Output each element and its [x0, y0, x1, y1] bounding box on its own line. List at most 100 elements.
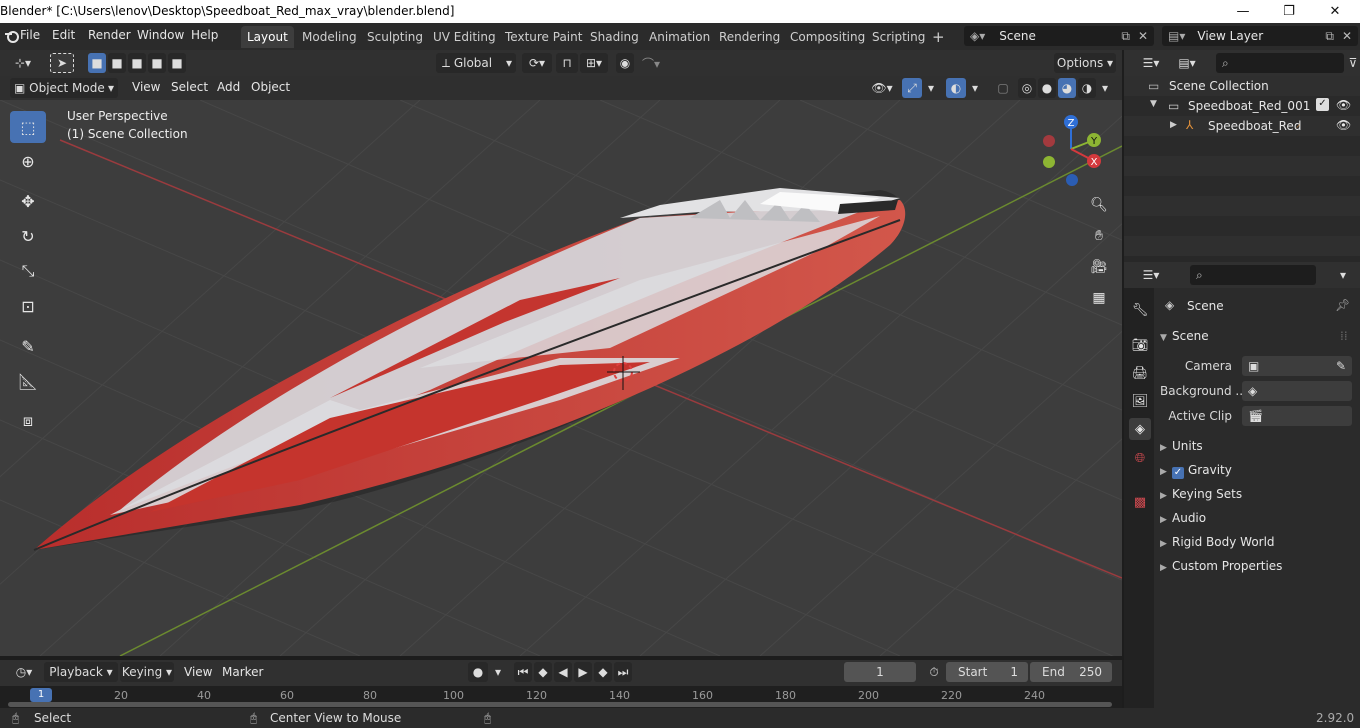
- menu-render[interactable]: Render: [88, 28, 131, 42]
- mode-dropdown[interactable]: ▣ Object Mode ▾: [10, 78, 118, 98]
- select-tool-icon[interactable]: ⬚: [10, 111, 46, 143]
- render-tab-icon[interactable]: 📷︎: [1129, 334, 1151, 356]
- texture-tab-icon[interactable]: ▩: [1129, 491, 1151, 513]
- tab-sculpting[interactable]: Sculpting: [361, 26, 429, 48]
- scene-panel-header[interactable]: ▼ Scene: [1160, 329, 1209, 343]
- snap-toggle-icon[interactable]: ⊓: [556, 53, 578, 73]
- keying-dropdown-icon[interactable]: ▾: [490, 662, 506, 682]
- timeline-menu-view[interactable]: View: [184, 665, 212, 679]
- select-mode-difference-icon[interactable]: ■: [148, 53, 166, 73]
- navigation-gizmo[interactable]: Z Y X: [1038, 112, 1110, 188]
- current-frame-field[interactable]: 1: [844, 662, 916, 682]
- view-layer-tab-icon[interactable]: 🖼︎: [1129, 390, 1151, 412]
- pivot-point-icon[interactable]: ⟳▾: [522, 53, 552, 73]
- xray-toggle-icon[interactable]: ▢: [994, 78, 1012, 98]
- overlay-dropdown-icon[interactable]: ▾: [968, 78, 982, 98]
- new-view-layer-icon[interactable]: ⧉: [1325, 29, 1334, 44]
- transform-tool-icon[interactable]: ⊡: [10, 290, 46, 322]
- visibility-eye-icon[interactable]: 👁︎: [1336, 98, 1351, 112]
- rotate-tool-icon[interactable]: ↻: [10, 220, 46, 252]
- next-keyframe-icon[interactable]: ◆: [594, 662, 612, 682]
- output-tab-icon[interactable]: 🖨︎: [1129, 362, 1151, 384]
- overlay-toggle-icon[interactable]: ◐: [946, 78, 966, 98]
- prev-keyframe-icon[interactable]: ◆: [534, 662, 552, 682]
- units-panel-header[interactable]: ▶ Units: [1160, 439, 1203, 453]
- timeline-editor-type-icon[interactable]: ◷▾: [8, 662, 40, 682]
- audio-panel-header[interactable]: ▶ Audio: [1160, 511, 1206, 525]
- cursor-tool-icon[interactable]: ⊕: [10, 145, 46, 177]
- maximize-button[interactable]: ❐: [1266, 0, 1312, 23]
- menu-file[interactable]: File: [20, 28, 40, 42]
- world-tab-icon[interactable]: 🌐︎: [1129, 447, 1151, 469]
- menu-edit[interactable]: Edit: [52, 28, 75, 42]
- visibility-eye-icon[interactable]: 👁︎: [1336, 118, 1351, 132]
- close-window-button[interactable]: ✕: [1312, 0, 1358, 23]
- annotate-tool-icon[interactable]: ✎: [10, 330, 46, 362]
- expand-icon[interactable]: ▶: [1170, 120, 1177, 130]
- select-box-tool-icon[interactable]: ➤: [50, 53, 74, 73]
- tab-texture-paint[interactable]: Texture Paint: [499, 26, 588, 48]
- exclude-checkbox[interactable]: ✓: [1316, 98, 1329, 111]
- tab-uv-editing[interactable]: UV Editing: [427, 26, 502, 48]
- delete-view-layer-icon[interactable]: ✕: [1342, 29, 1352, 43]
- camera-view-icon[interactable]: 🎥︎: [1087, 255, 1111, 279]
- playhead[interactable]: 1: [30, 688, 52, 702]
- menu-window[interactable]: Window: [137, 28, 184, 42]
- start-frame-field[interactable]: Start 1: [946, 662, 1028, 682]
- 3d-viewport[interactable]: User Perspective (1) Scene Collection Z …: [0, 100, 1122, 656]
- select-mode-extend-icon[interactable]: ■: [108, 53, 126, 73]
- viewport-menu-view[interactable]: View: [132, 80, 160, 94]
- new-scene-icon[interactable]: ⧉: [1121, 29, 1130, 44]
- viewport-menu-select[interactable]: Select: [171, 80, 208, 94]
- drag-handle-icon[interactable]: ⁞⁞: [1340, 329, 1348, 343]
- stopwatch-icon[interactable]: ⏱: [924, 662, 944, 682]
- playback-menu[interactable]: Playback ▾: [44, 662, 118, 682]
- select-mode-new-icon[interactable]: ■: [88, 53, 106, 73]
- keying-menu[interactable]: Keying ▾: [120, 662, 174, 682]
- custom-properties-panel-header[interactable]: ▶ Custom Properties: [1160, 559, 1282, 573]
- solid-shading-icon[interactable]: ●: [1038, 78, 1056, 98]
- tab-modeling[interactable]: Modeling: [296, 26, 363, 48]
- properties-editor-type-icon[interactable]: ☰▾: [1136, 265, 1166, 285]
- scene-selector[interactable]: ◈▾ Scene ⧉ ✕: [964, 26, 1154, 46]
- measure-tool-icon[interactable]: 📐︎: [10, 365, 46, 397]
- jump-start-icon[interactable]: ⏮: [514, 662, 532, 682]
- display-mode-icon[interactable]: ▤▾: [1172, 53, 1202, 73]
- keying-sets-panel-header[interactable]: ▶ Keying Sets: [1160, 487, 1242, 501]
- tab-animation[interactable]: Animation: [643, 26, 716, 48]
- camera-field[interactable]: ▣ ✎: [1242, 356, 1352, 376]
- proportional-edit-icon[interactable]: ◉: [616, 53, 634, 73]
- editor-type-icon[interactable]: ⊹▾: [6, 53, 40, 73]
- scene-tab-icon[interactable]: ◈: [1129, 418, 1151, 440]
- timeline-menu-marker[interactable]: Marker: [222, 665, 263, 679]
- eyedropper-icon[interactable]: ✎: [1336, 359, 1346, 373]
- outliner-row-collection[interactable]: ▼ ▭ Speedboat_Red_001 ✓ 👁︎: [1124, 96, 1360, 116]
- move-tool-icon[interactable]: ✥: [10, 185, 46, 217]
- play-reverse-icon[interactable]: ◀: [554, 662, 572, 682]
- wireframe-shading-icon[interactable]: ◎: [1018, 78, 1036, 98]
- active-clip-field[interactable]: 🎬︎: [1242, 406, 1352, 426]
- gravity-panel-header[interactable]: ▶ ✓ Gravity: [1160, 463, 1232, 479]
- add-cube-tool-icon[interactable]: ⧈: [10, 405, 46, 437]
- tab-scripting[interactable]: Scripting: [866, 26, 931, 48]
- transform-orientation-dropdown[interactable]: ⟂ Global ▾: [436, 53, 516, 73]
- falloff-icon[interactable]: ⌒▾: [636, 53, 666, 73]
- delete-scene-icon[interactable]: ✕: [1138, 29, 1148, 43]
- scale-tool-icon[interactable]: ⤡: [10, 255, 46, 287]
- viewport-menu-add[interactable]: Add: [217, 80, 240, 94]
- play-icon[interactable]: ▶: [574, 662, 592, 682]
- gizmo-toggle-icon[interactable]: ⤢: [902, 78, 922, 98]
- zoom-icon[interactable]: 🔍︎: [1087, 193, 1111, 217]
- outliner-editor-type-icon[interactable]: ☰▾: [1136, 53, 1166, 73]
- tool-settings-tab-icon[interactable]: 🔧︎: [1129, 299, 1151, 321]
- tab-layout[interactable]: Layout: [241, 26, 294, 48]
- viewport-menu-object[interactable]: Object: [251, 80, 290, 94]
- properties-options-icon[interactable]: ▾: [1334, 265, 1352, 285]
- blender-logo-icon[interactable]: [4, 29, 20, 43]
- expand-icon[interactable]: ▼: [1150, 99, 1157, 109]
- outliner-search-input[interactable]: ⌕: [1216, 53, 1344, 73]
- properties-search-input[interactable]: ⌕: [1190, 265, 1316, 285]
- rendered-shading-icon[interactable]: ◑: [1078, 78, 1096, 98]
- snap-target-icon[interactable]: ⊞▾: [580, 53, 608, 73]
- shading-dropdown-icon[interactable]: ▾: [1098, 78, 1112, 98]
